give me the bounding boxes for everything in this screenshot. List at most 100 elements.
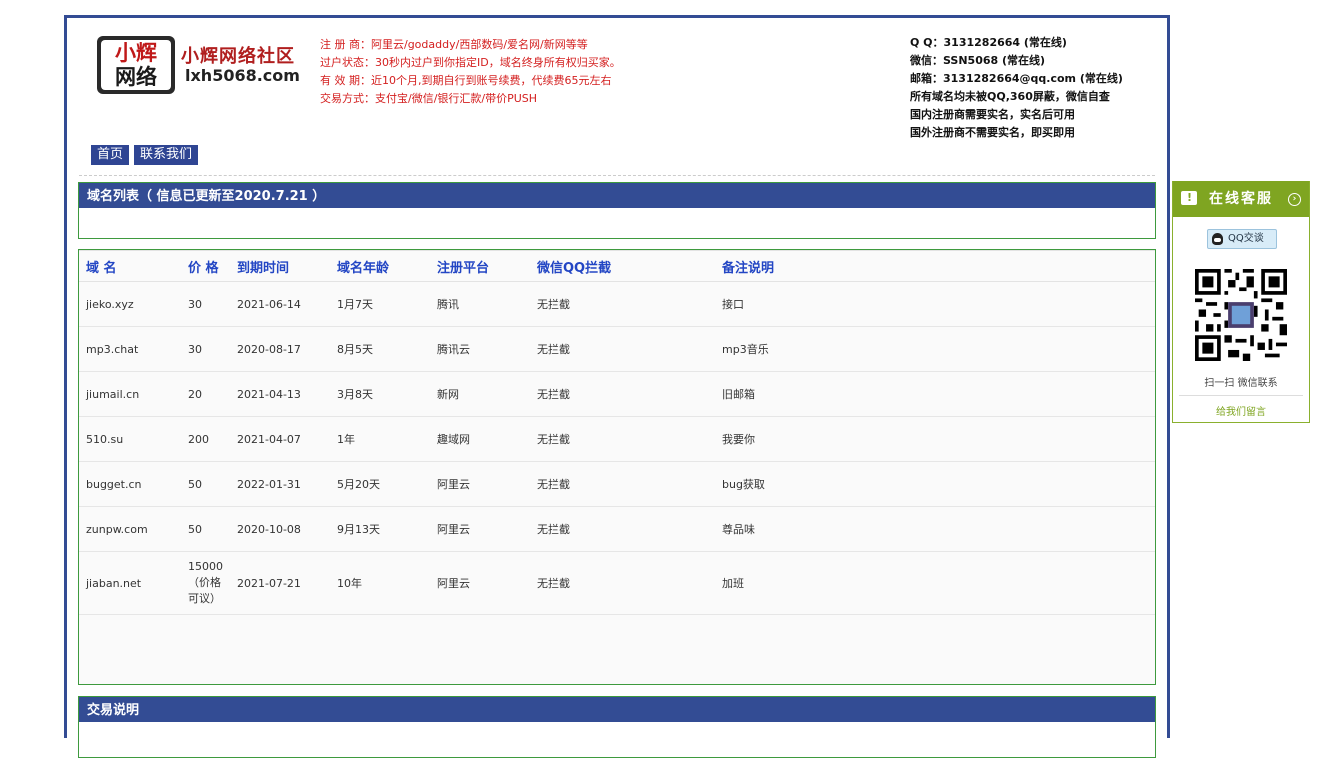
customer-service-divider: [1179, 395, 1303, 396]
chat-bubble-icon: [1181, 180, 1197, 216]
customer-service-header[interactable]: 在线客服 ›: [1173, 180, 1309, 217]
nav-home-button[interactable]: 首页: [91, 145, 130, 165]
customer-service-title: 在线客服: [1209, 191, 1273, 207]
table-row: zunpw.com 50 2020-10-08 9月13天 阿里云 无拦截 尊品…: [79, 506, 1155, 552]
cell-note: bug获取: [715, 461, 1155, 507]
cell-price: 30: [181, 326, 230, 372]
cell-registrar: 阿里云: [430, 506, 530, 552]
brand-name: 小辉网络社区: [181, 46, 295, 67]
cell-age: 5月20天: [330, 461, 430, 507]
cell-registrar: 阿里云: [430, 461, 530, 507]
cell-domain: mp3.chat: [79, 326, 181, 372]
cell-price: 50: [181, 506, 230, 552]
notice-line-payment: 交易方式：支付宝/微信/银行汇款/带价PUSH: [320, 92, 538, 105]
table-row: jiumail.cn 20 2021-04-13 3月8天 新网 无拦截 旧邮箱: [79, 371, 1155, 417]
cell-note: 接口: [715, 281, 1155, 327]
cell-registrar: 阿里云: [430, 551, 530, 615]
contact-info: Q Q：3131282664 (常在线) 微信：SSN5068 (常在线) 邮箱…: [910, 34, 1160, 142]
table-row: 510.su 200 2021-04-07 1年 趣域网 无拦截 我要你: [79, 416, 1155, 462]
cell-domain: jiumail.cn: [79, 371, 181, 417]
qq-penguin-icon: [1212, 233, 1223, 245]
cell-age: 1月7天: [330, 281, 430, 327]
cell-expiry: 2020-08-17: [230, 326, 330, 372]
brand-domain: lxh5068.com: [185, 66, 300, 85]
logo-text-line2: 网络: [115, 64, 157, 89]
trade-info-title: 交易说明: [79, 697, 1155, 722]
cell-age: 10年: [330, 551, 430, 615]
domain-table-panel: 域 名 价 格 到期时间 域名年龄 注册平台 微信QQ拦截 备注说明 jieko…: [78, 249, 1156, 685]
notice-line-registrar: 注 册 商：阿里云/godaddy/西部数码/爱名网/新网等等: [320, 38, 588, 51]
cell-note: 我要你: [715, 416, 1155, 462]
cell-expiry: 2020-10-08: [230, 506, 330, 552]
column-header-registrar: 注册平台: [430, 250, 530, 282]
cell-price: 30: [181, 281, 230, 327]
wechat-qr-code: [1195, 269, 1287, 361]
nav-contact-button[interactable]: 联系我们: [134, 145, 199, 165]
cell-note: 旧邮箱: [715, 371, 1155, 417]
cell-price: 200: [181, 416, 230, 462]
cell-blocking: 无拦截: [530, 416, 715, 462]
cell-blocking: 无拦截: [530, 506, 715, 552]
table-row: mp3.chat 30 2020-08-17 8月5天 腾讯云 无拦截 mp3音…: [79, 326, 1155, 372]
sale-notice: 注 册 商：阿里云/godaddy/西部数码/爱名网/新网等等 过户状态：30秒…: [320, 36, 640, 108]
cell-note: mp3音乐: [715, 326, 1155, 372]
cell-domain: jiaban.net: [79, 551, 181, 615]
table-row: jieko.xyz 30 2021-06-14 1月7天 腾讯 无拦截 接口: [79, 281, 1155, 327]
qq-chat-button[interactable]: QQ交谈: [1207, 229, 1277, 249]
table-header-row: 域 名 价 格 到期时间 域名年龄 注册平台 微信QQ拦截 备注说明: [79, 250, 1155, 282]
cell-domain: bugget.cn: [79, 461, 181, 507]
contact-note-domestic: 国内注册商需要实名，实名后可用: [910, 108, 1075, 121]
cell-domain: zunpw.com: [79, 506, 181, 552]
cell-price: 15000 （价格 可议）: [181, 551, 230, 615]
cell-age: 8月5天: [330, 326, 430, 372]
cell-age: 1年: [330, 416, 430, 462]
qr-caption: 扫一扫 微信联系: [1204, 378, 1278, 389]
cell-price: 20: [181, 371, 230, 417]
cell-price: 50: [181, 461, 230, 507]
cell-registrar: 腾讯云: [430, 326, 530, 372]
price-value: 15000: [188, 560, 223, 573]
logo-text-line1: 小辉: [115, 40, 157, 65]
notice-line-transfer: 过户状态：30秒内过户到你指定ID，域名终身所有权归买家。: [320, 56, 621, 69]
table-row: jiaban.net 15000 （价格 可议） 2021-07-21 10年 …: [79, 551, 1155, 615]
price-note-line1: （价格: [188, 576, 221, 589]
column-header-expiry: 到期时间: [230, 250, 330, 282]
contact-note-foreign: 国外注册商不需要实名，即买即用: [910, 126, 1075, 139]
cell-expiry: 2021-06-14: [230, 281, 330, 327]
notice-line-validity: 有 效 期：近10个月,到期自行到账号续费，代续费65元左右: [320, 74, 612, 87]
column-header-price: 价 格: [181, 250, 230, 282]
trade-info-panel: 交易说明: [78, 696, 1156, 758]
cell-domain: 510.su: [79, 416, 181, 462]
nav-divider: [79, 175, 1155, 176]
cell-note: 加班: [715, 551, 1155, 615]
customer-service-widget: 在线客服 › QQ交谈 扫一扫 微信联系 给我们留言: [1172, 180, 1310, 423]
cell-note: 尊品味: [715, 506, 1155, 552]
cell-domain: jieko.xyz: [79, 281, 181, 327]
cell-expiry: 2021-07-21: [230, 551, 330, 615]
page-frame: 小辉 网络 小辉网络社区 lxh5068.com 注 册 商：阿里云/godad…: [64, 15, 1170, 758]
column-header-blocking: 微信QQ拦截: [530, 250, 715, 282]
cell-expiry: 2021-04-13: [230, 371, 330, 417]
cell-blocking: 无拦截: [530, 281, 715, 327]
price-note-line2: 可议）: [188, 592, 221, 605]
contact-wechat: 微信：SSN5068 (常在线): [910, 54, 1046, 67]
domain-table: 域 名 价 格 到期时间 域名年龄 注册平台 微信QQ拦截 备注说明 jieko…: [79, 250, 1155, 615]
column-header-domain: 域 名: [79, 250, 181, 282]
column-header-age: 域名年龄: [330, 250, 430, 282]
cell-blocking: 无拦截: [530, 461, 715, 507]
table-row: bugget.cn 50 2022-01-31 5月20天 阿里云 无拦截 bu…: [79, 461, 1155, 507]
cell-registrar: 趣域网: [430, 416, 530, 462]
domain-list-panel: 域名列表（ 信息已更新至2020.7.21 ）: [78, 182, 1156, 239]
site-logo[interactable]: 小辉 网络: [97, 36, 175, 94]
cell-blocking: 无拦截: [530, 326, 715, 372]
contact-note-blocking: 所有域名均未被QQ,360屏蔽，微信自查: [910, 90, 1110, 103]
cell-registrar: 腾讯: [430, 281, 530, 327]
chevron-right-icon[interactable]: ›: [1288, 193, 1301, 206]
leave-message-link[interactable]: 给我们留言: [1173, 403, 1309, 418]
qq-chat-label: QQ交谈: [1228, 233, 1264, 244]
cell-expiry: 2021-04-07: [230, 416, 330, 462]
cell-blocking: 无拦截: [530, 371, 715, 417]
main-nav: 首页 联系我们: [91, 145, 199, 165]
cell-age: 3月8天: [330, 371, 430, 417]
domain-list-title: 域名列表（ 信息已更新至2020.7.21 ）: [79, 183, 1155, 208]
